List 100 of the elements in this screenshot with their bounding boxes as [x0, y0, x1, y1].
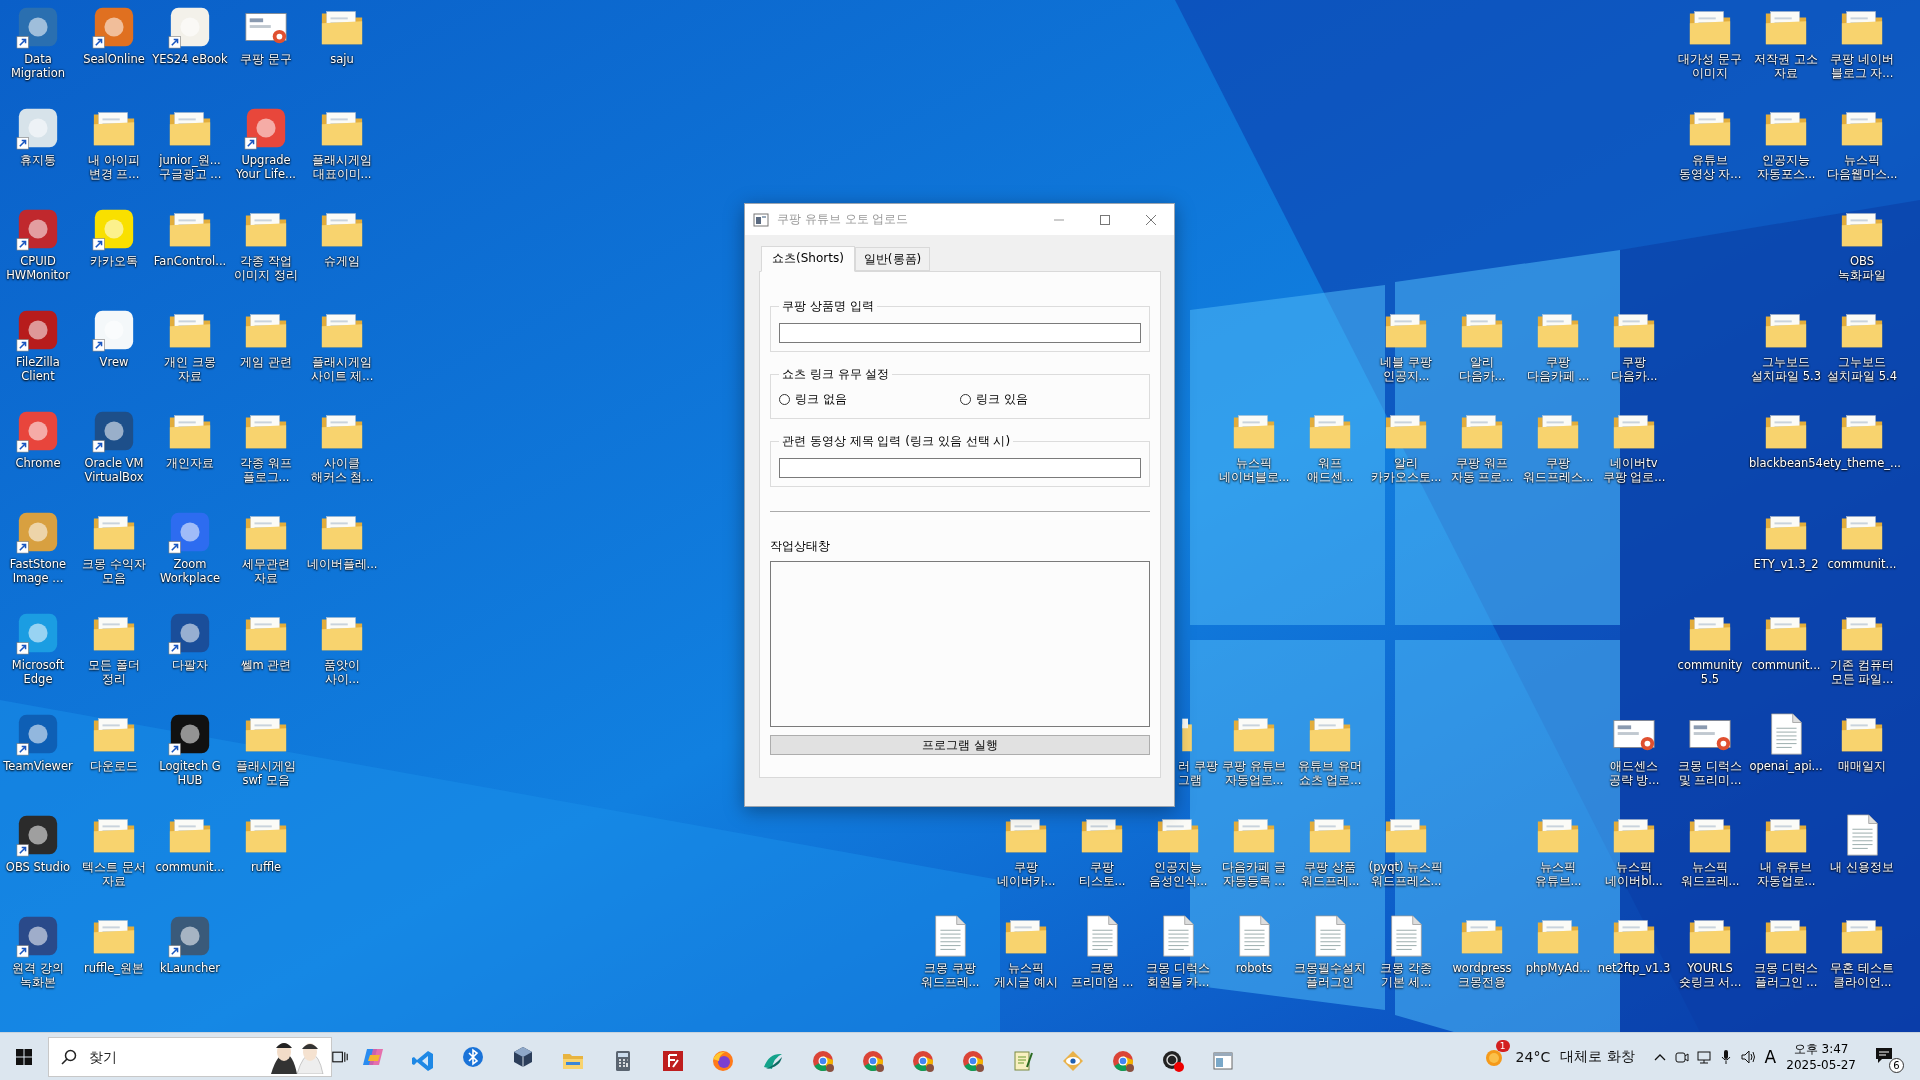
search-box[interactable]: 찾기 [48, 1036, 332, 1077]
icon-label[interactable]: 모든 폴더 정리 [88, 658, 140, 686]
icon-label[interactable]: 플래시게임 대표이미... [312, 153, 372, 181]
icon-label[interactable]: 카카오톡 [90, 254, 138, 268]
icon-label[interactable]: ETY_v1.3_2 [1753, 557, 1819, 571]
icon-label[interactable]: 슈게임 [324, 254, 360, 268]
run-button[interactable]: 프로그램 실행 [770, 735, 1150, 755]
icon-label[interactable]: 저작권 고소 자료 [1754, 52, 1818, 80]
icon-label[interactable]: 뉴스픽 네이버bl... [1605, 860, 1663, 888]
icon-label[interactable]: junior_원... 구글광고 ... [158, 153, 222, 181]
icon-label[interactable]: 다음카페 글 자동등록 ... [1222, 860, 1286, 888]
icon-label[interactable]: 쿠팡 다음카페 ... [1526, 355, 1590, 383]
icon-label[interactable]: 뉴스픽 네이버블로... [1218, 456, 1290, 484]
icon-label[interactable]: kLauncher [159, 961, 221, 975]
icon-label[interactable]: 러 쿠팡 그램 [1178, 759, 1218, 787]
icon-label[interactable]: 뉴스픽 유튜브... [1534, 860, 1582, 888]
icon-label[interactable]: 뉴스픽 다음웹마스... [1826, 153, 1898, 181]
icon-label[interactable]: 그누보드 설치파일 5.4 [1827, 355, 1897, 383]
icon-label[interactable]: 쿠팡 워프 자동 프로... [1450, 456, 1514, 484]
icon-label[interactable]: 인공지능 음성인식... [1148, 860, 1208, 888]
icon-label[interactable]: 휴지통 [20, 153, 56, 167]
input-field[interactable] [779, 323, 1141, 343]
icon-label[interactable]: ety_theme_... [1823, 456, 1901, 470]
tab[interactable]: 쇼츠(Shorts) [761, 246, 855, 272]
radio-button[interactable]: 링크 없음 [779, 391, 960, 408]
icon-label[interactable]: 쎌m 관련 [240, 658, 292, 672]
icon-label[interactable]: 워프 애드센... [1306, 456, 1354, 484]
icon-label[interactable]: 각종 워프 플로그... [240, 456, 292, 484]
icon-label[interactable]: OBS 녹화파일 [1838, 254, 1886, 282]
icon-label[interactable]: 크몽 수익자 모음 [82, 557, 146, 585]
icon-label[interactable]: FanControl... [153, 254, 227, 268]
icon-label[interactable]: 크몽필수설치 플러그인 [1294, 961, 1366, 989]
icon-label[interactable]: 무혼 테스트 클라이언... [1830, 961, 1894, 989]
icon-label[interactable]: 쿠팡 상품 워드프레... [1300, 860, 1360, 888]
icon-label[interactable]: communit... [1827, 557, 1897, 571]
icon-label[interactable]: YOURLS 숏링크 서... [1678, 961, 1742, 989]
clock-date[interactable]: 2025-05-27 [1786, 1056, 1856, 1073]
icon-label[interactable]: 플래시게임 사이트 제... [310, 355, 374, 383]
radio-button[interactable]: 링크 있음 [960, 391, 1141, 408]
icon-label[interactable]: 개인자료 [166, 456, 214, 470]
icon-label[interactable]: CPUID HWMonitor [6, 254, 70, 282]
icon-label[interactable]: 네블 쿠팡 인공지... [1380, 355, 1432, 383]
icon-label[interactable]: wordpress 크몽전용 [1452, 961, 1512, 989]
icon-label[interactable]: phpMyAd... [1525, 961, 1591, 975]
icon-label[interactable]: 네이버tv 쿠팡 업로... [1602, 456, 1666, 484]
icon-label[interactable]: 크몽 디럭스 회원들 카... [1146, 961, 1210, 989]
icon-label[interactable]: net2ftp_v1.3 [1597, 961, 1671, 975]
icon-label[interactable]: 인공지능 자동포스... [1756, 153, 1816, 181]
icon-label[interactable]: 크몽 각종 기본 세... [1380, 961, 1432, 989]
icon-label[interactable]: 쿠팡 워드프레스... [1522, 456, 1594, 484]
icon-label[interactable]: 뉴스픽 게시글 예시 [994, 961, 1058, 989]
icon-label[interactable]: 내 신용정보 [1830, 860, 1894, 874]
icon-label[interactable]: 유튜브 유머 쇼츠 업로... [1298, 759, 1362, 787]
icon-label[interactable]: 크몽 디럭스 및 프리미... [1678, 759, 1742, 787]
icon-label[interactable]: Chrome [15, 456, 61, 470]
icon-label[interactable]: Upgrade Your Life... [236, 153, 296, 181]
icon-label[interactable]: 품앗이 사이... [324, 658, 360, 686]
icon-label[interactable]: 크몽 디럭스 플러그인 ... [1754, 961, 1818, 989]
icon-label[interactable]: 네이버플레... [306, 557, 378, 571]
icon-label[interactable]: 알리 다음카... [1458, 355, 1506, 383]
icon-label[interactable]: 쿠팡 네이버카... [996, 860, 1056, 888]
icon-label[interactable]: ruffle [250, 860, 282, 874]
icon-label[interactable]: SealOnline [83, 52, 145, 66]
icon-label[interactable]: 내 유튜브 자동업로... [1756, 860, 1816, 888]
icon-label[interactable]: 다운로드 [90, 759, 138, 773]
icon-label[interactable]: 그누보드 설치파일 5.3 [1751, 355, 1821, 383]
icon-label[interactable]: 플래시게임 swf 모음 [236, 759, 296, 787]
icon-label[interactable]: 대가성 문구 이미지 [1678, 52, 1742, 80]
icon-label[interactable]: 게임 관련 [240, 355, 292, 369]
icon-label[interactable]: 쿠팡 문구 [240, 52, 292, 66]
icon-label[interactable]: saju [330, 52, 354, 66]
icon-label[interactable]: 세무관련 자료 [242, 557, 290, 585]
icon-label[interactable]: Data Migration [10, 52, 66, 80]
icon-label[interactable]: blackbean54 [1749, 456, 1823, 470]
icon-label[interactable]: (pyqt) 뉴스픽 워드프레스... [1368, 860, 1444, 888]
icon-label[interactable]: Microsoft Edge [11, 658, 65, 686]
icon-label[interactable]: Vrew [99, 355, 129, 369]
icon-label[interactable]: 사이클 해커스 첨... [310, 456, 374, 484]
icon-label[interactable]: Oracle VM VirtualBox [84, 456, 144, 484]
icon-label[interactable]: FastStone Image ... [9, 557, 67, 585]
icon-label[interactable]: 알리 카카오스토... [1370, 456, 1442, 484]
icon-label[interactable]: community 5.5 [1677, 658, 1743, 686]
icon-label[interactable]: YES24 eBook [152, 52, 228, 66]
icon-label[interactable]: 다팔자 [172, 658, 208, 672]
clock-time[interactable]: 오후 3:47 [1793, 1040, 1849, 1057]
icon-label[interactable]: 뉴스픽 워드프레... [1680, 860, 1740, 888]
icon-label[interactable]: 매매일지 [1838, 759, 1886, 773]
icon-label[interactable]: 크몽 프리미엄 ... [1070, 961, 1134, 989]
icon-label[interactable]: communit... [1751, 658, 1821, 672]
icon-label[interactable]: 유튜브 동영상 자... [1678, 153, 1742, 181]
icon-label[interactable]: 기존 컴퓨터 모든 파일... [1830, 658, 1894, 686]
icon-label[interactable]: ruffle_원본 [84, 961, 144, 975]
icon-label[interactable]: 내 아이피 변경 프... [88, 153, 140, 181]
icon-label[interactable]: communit... [155, 860, 225, 874]
input-field[interactable] [779, 458, 1141, 478]
icon-label[interactable]: FileZilla Client [16, 355, 60, 383]
icon-label[interactable]: 원격 강의 녹화본 [12, 961, 64, 989]
icon-label[interactable]: Logitech G HUB [159, 759, 221, 787]
language-indicator[interactable]: A [1764, 1046, 1777, 1067]
icon-label[interactable]: 쿠팡 티스토... [1078, 860, 1126, 888]
